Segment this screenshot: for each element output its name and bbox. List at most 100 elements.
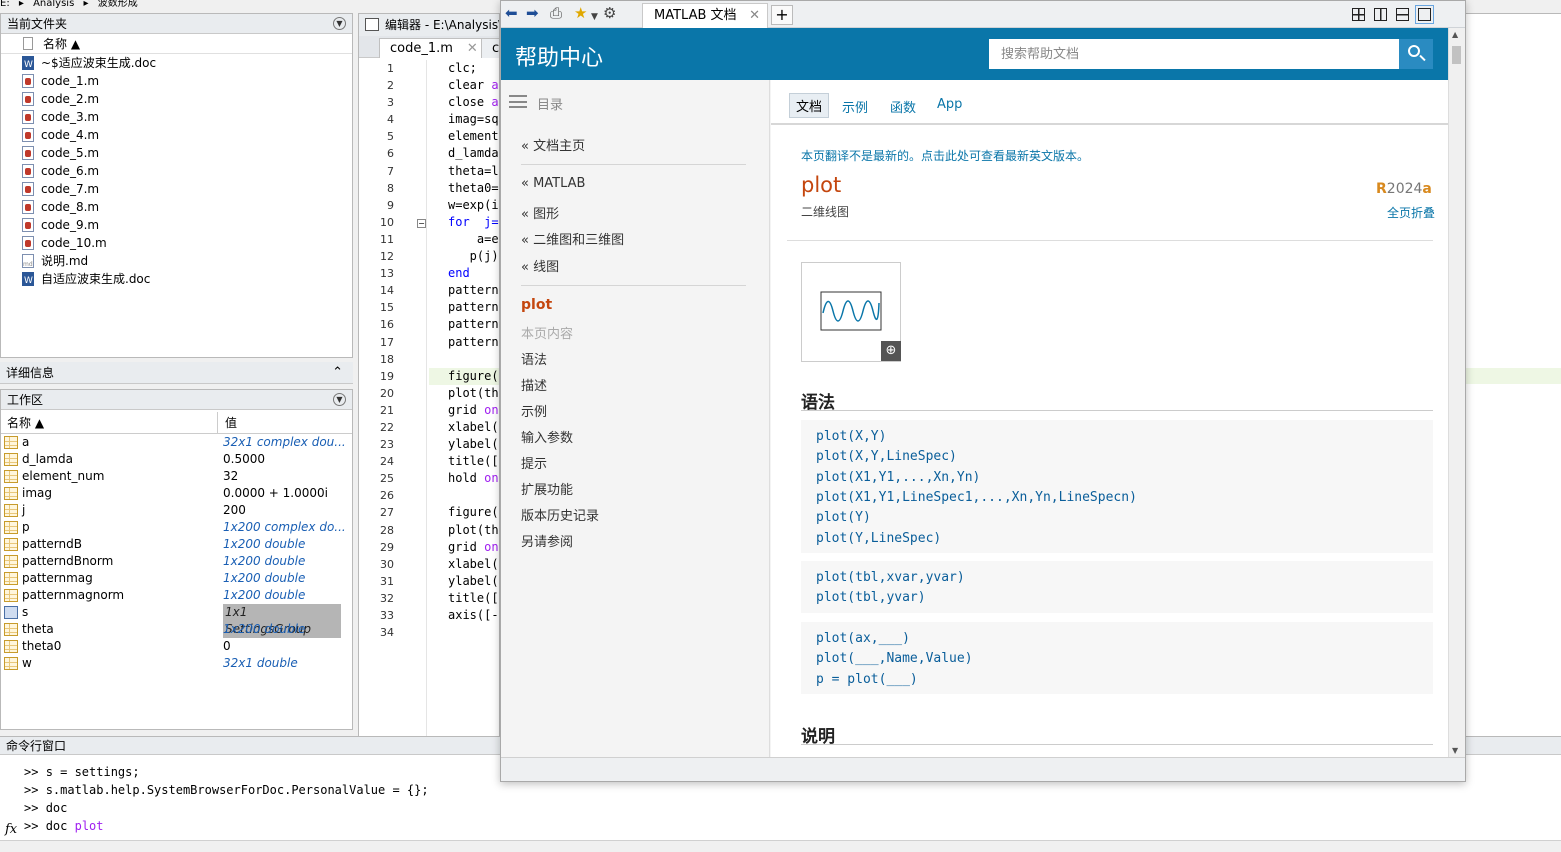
gear-icon[interactable]: ⚙ (603, 6, 616, 21)
file-item[interactable]: 说明.md (1, 252, 352, 274)
panel-menu-icon[interactable]: ▼ (333, 17, 346, 30)
forward-icon[interactable]: ➡ (526, 6, 539, 21)
hamburger-menu-icon[interactable] (509, 95, 527, 108)
layout-rows-icon[interactable] (1396, 8, 1409, 21)
nav-section-link[interactable]: 另请参阅 (521, 531, 573, 550)
workspace-variable-row[interactable]: d_lamda 0.5000 (1, 451, 352, 468)
details-title-bar[interactable]: 详细信息 ⌃ (0, 362, 353, 384)
syntax-line[interactable]: plot(tbl,yvar) (816, 590, 926, 605)
code-line[interactable]: title([ (429, 590, 499, 607)
code-line[interactable]: clc; (429, 60, 499, 77)
file-list-header[interactable]: 名称 ▲ (1, 34, 352, 54)
name-column-header[interactable]: 名称 ▲ (7, 412, 44, 434)
tab-examples[interactable]: 示例 (842, 97, 868, 116)
zoom-icon[interactable]: ⊕ (881, 341, 901, 361)
syntax-line[interactable]: plot(X,Y) (816, 429, 886, 444)
back-icon[interactable]: ⬅ (505, 6, 518, 21)
nav-section-link[interactable]: 语法 (521, 349, 547, 368)
plot-thumbnail[interactable]: ⊕ (801, 262, 901, 362)
file-item[interactable]: code_3.m (1, 108, 352, 126)
collapse-icon[interactable]: ⌃ (332, 362, 343, 384)
workspace-variable-row[interactable]: imag 0.0000 + 1.0000i (1, 485, 352, 502)
syntax-line[interactable]: plot(Y,LineSpec) (816, 531, 941, 546)
workspace-variable-row[interactable]: patterndBnorm 1x200 double (1, 553, 352, 570)
code-line[interactable]: plot(th (429, 385, 499, 402)
nav-section-link[interactable]: 提示 (521, 453, 547, 472)
print-icon[interactable]: ⎙ (550, 6, 562, 21)
code-line[interactable] (429, 351, 499, 368)
new-tab-button[interactable]: + (771, 5, 793, 25)
workspace-variable-row[interactable]: element_num 32 (1, 468, 352, 485)
code-line[interactable]: title([ (429, 453, 499, 470)
nav-section-link[interactable]: 示例 (521, 401, 547, 420)
code-line[interactable]: element (429, 128, 499, 145)
code-line[interactable] (429, 487, 499, 504)
workspace-variable-row[interactable]: a 32x1 complex dou... (1, 434, 352, 451)
scroll-thumb[interactable] (1452, 46, 1461, 64)
code-line[interactable]: pattern (429, 334, 499, 351)
path-segment[interactable]: Analysis (33, 0, 74, 9)
code-line[interactable]: hold on (429, 470, 499, 487)
code-line[interactable]: pattern (429, 316, 499, 333)
nav-current-page[interactable]: plot (521, 297, 552, 313)
nav-section-link[interactable]: 输入参数 (521, 427, 573, 446)
code-line[interactable]: close a (429, 94, 499, 111)
function-browser-icon[interactable]: fx (5, 822, 17, 837)
address-bar[interactable]: E: ▸ Analysis ▸ 波数形成 (0, 0, 500, 10)
file-item[interactable]: code_1.m (1, 72, 352, 90)
nav-section-link[interactable]: 描述 (521, 375, 547, 394)
syntax-line[interactable]: plot(tbl,xvar,yvar) (816, 570, 965, 585)
file-item[interactable]: code_6.m (1, 162, 352, 180)
workspace-variable-row[interactable]: theta0 0 (1, 638, 352, 655)
search-button[interactable] (1399, 39, 1433, 69)
file-item[interactable]: code_5.m (1, 144, 352, 162)
path-segment[interactable]: 波数形成 (98, 0, 138, 9)
syntax-line[interactable]: plot(X1,Y1,...,Xn,Yn) (816, 470, 980, 485)
column-divider[interactable] (217, 412, 218, 434)
panel-menu-icon[interactable]: ▼ (333, 393, 346, 406)
breadcrumb-graphics[interactable]: « 图形 (521, 203, 559, 222)
syntax-line[interactable]: plot(ax,___) (816, 631, 910, 646)
code-line[interactable]: figure( (429, 504, 499, 521)
code-line[interactable]: plot(th (429, 522, 499, 539)
file-item[interactable]: code_8.m (1, 198, 352, 216)
translation-notice-link[interactable]: 本页翻译不是最新的。点击此处可查看最新英文版本。 (801, 147, 1089, 164)
scroll-down-icon[interactable]: ▼ (1452, 746, 1458, 755)
close-icon[interactable]: ✕ (749, 4, 760, 28)
code-line[interactable]: ylabel( (429, 573, 499, 590)
file-item[interactable]: code_2.m (1, 90, 352, 108)
close-icon[interactable]: ✕ (467, 41, 478, 56)
code-line[interactable]: d_lamda (429, 145, 499, 162)
syntax-line[interactable]: plot(___,Name,Value) (816, 651, 973, 666)
vertical-scrollbar[interactable]: ▲ ▼ (1448, 28, 1465, 757)
code-line[interactable]: pattern (429, 299, 499, 316)
file-item[interactable]: code_10.m (1, 234, 352, 252)
tab-next[interactable]: co (481, 38, 499, 58)
code-line[interactable]: a=e (429, 231, 499, 248)
code-line[interactable]: xlabel( (429, 419, 499, 436)
code-line[interactable]: theta=l (429, 163, 499, 180)
syntax-line[interactable]: plot(X1,Y1,LineSpec1,...,Xn,Yn,LineSpecn… (816, 490, 1137, 505)
tab-documentation[interactable]: 文档 (789, 93, 830, 118)
fold-toggle-icon[interactable]: − (417, 219, 426, 228)
scroll-up-icon[interactable]: ▲ (1452, 30, 1458, 39)
breadcrumb-line-plots[interactable]: « 线图 (521, 256, 559, 275)
help-center-title[interactable]: 帮助中心 (515, 40, 603, 72)
code-line[interactable]: imag=sq (429, 111, 499, 128)
collapse-all-link[interactable]: 全页折叠 (1387, 204, 1435, 221)
code-line[interactable]: axis([- (429, 607, 499, 624)
help-search-input[interactable] (989, 39, 1399, 69)
tab-code-1[interactable]: code_1.m ✕ (379, 38, 489, 58)
syntax-line[interactable]: p = plot(___) (816, 672, 918, 687)
code-line[interactable]: grid on (429, 402, 499, 419)
code-line[interactable]: end (429, 265, 499, 282)
tab-matlab-doc[interactable]: MATLAB 文档 ✕ (642, 3, 768, 28)
code-area[interactable]: clc; clear a close a imag=sq element d_lamda t… (429, 60, 499, 739)
code-line[interactable]: for j= (429, 214, 499, 231)
tab-functions[interactable]: 函数 (890, 97, 916, 116)
code-line[interactable] (429, 624, 499, 641)
workspace-variable-row[interactable]: patternmagnorm 1x200 double (1, 587, 352, 604)
nav-section-link[interactable]: 版本历史记录 (521, 505, 599, 524)
nav-section-link[interactable]: 扩展功能 (521, 479, 573, 498)
code-line[interactable]: ylabel( (429, 436, 499, 453)
